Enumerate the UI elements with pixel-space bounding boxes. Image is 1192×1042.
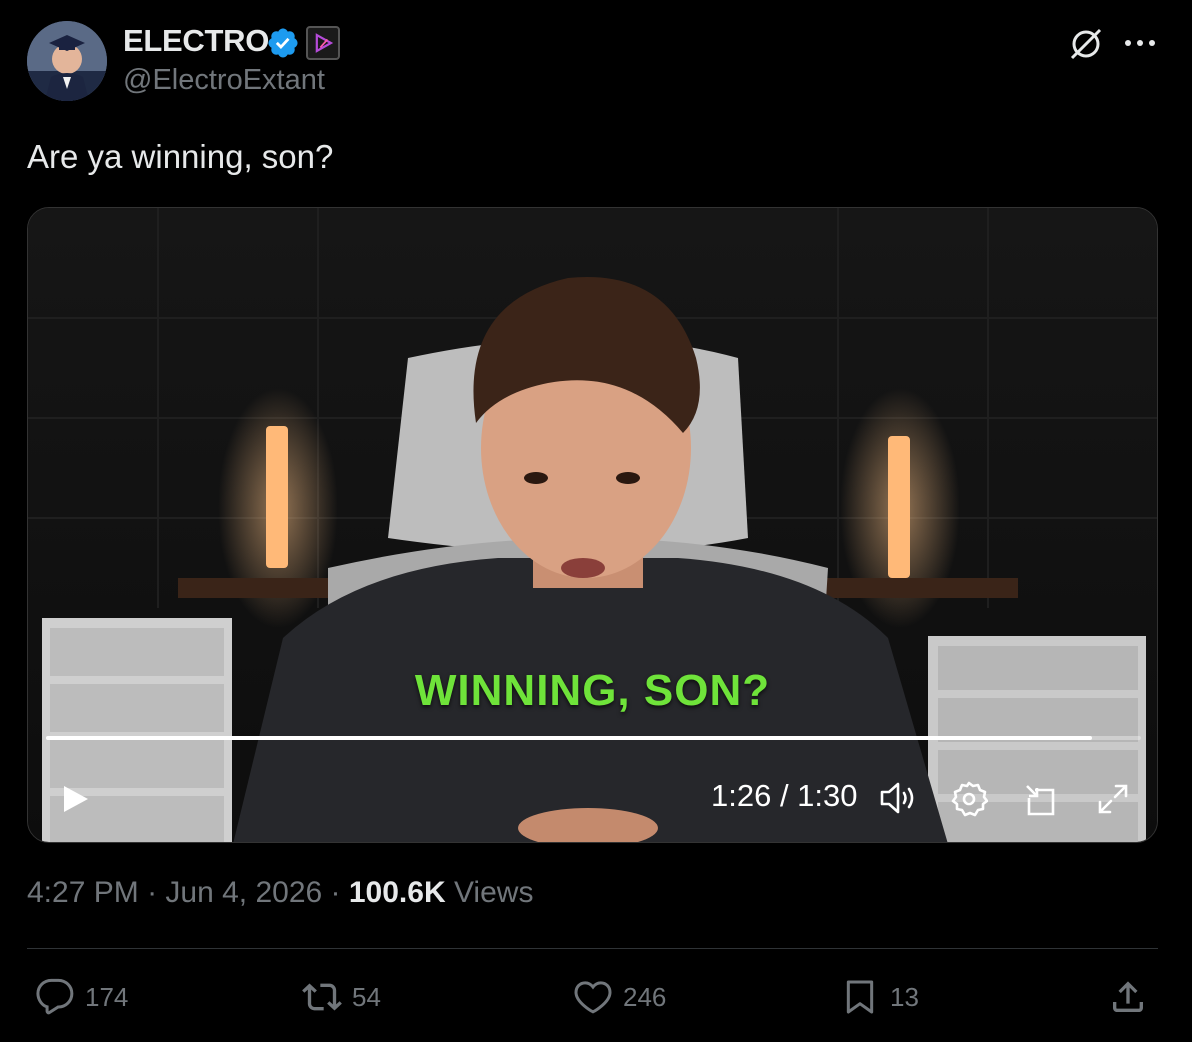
reply-count: 174 <box>85 981 129 1012</box>
like-button[interactable]: 246 <box>573 975 666 1019</box>
heart-icon <box>574 981 612 1014</box>
author-handle[interactable]: @ElectroExtant <box>123 64 325 97</box>
author-display-name[interactable]: ELECTRO <box>123 23 269 59</box>
bookmark-button[interactable]: 13 <box>840 975 919 1019</box>
tweet-date[interactable]: Jun 4, 2026 <box>165 876 322 909</box>
affiliate-badge-icon[interactable] <box>306 26 340 60</box>
verified-badge-icon <box>268 28 298 58</box>
bookmark-icon <box>846 980 874 1014</box>
repost-count: 54 <box>352 981 381 1012</box>
settings-icon[interactable] <box>950 780 988 818</box>
video-progress-bar[interactable] <box>46 736 1141 740</box>
repost-button[interactable]: 54 <box>302 975 381 1019</box>
views-count: 100.6K <box>348 876 446 909</box>
volume-icon[interactable] <box>878 780 918 816</box>
share-button[interactable] <box>1108 975 1158 1019</box>
share-icon <box>1113 981 1143 1012</box>
picture-in-picture-icon[interactable] <box>1023 782 1059 818</box>
play-icon[interactable] <box>58 780 92 818</box>
meta-separator: · <box>138 876 166 909</box>
reply-icon <box>36 978 74 1015</box>
author-avatar[interactable] <box>27 21 107 101</box>
fullscreen-icon[interactable] <box>1096 782 1130 816</box>
reply-button[interactable]: 174 <box>35 975 128 1019</box>
video-frame <box>28 208 1157 842</box>
video-time: 1:26 / 1:30 <box>711 778 858 813</box>
bookmark-count: 13 <box>890 981 919 1012</box>
divider <box>27 948 1158 949</box>
grok-icon[interactable] <box>1066 24 1106 64</box>
repost-icon <box>302 983 342 1011</box>
like-count: 246 <box>623 981 667 1012</box>
views-label: Views <box>445 876 534 909</box>
video-progress-fill <box>46 736 1092 740</box>
tweet-text: Are ya winning, son? <box>27 138 334 175</box>
meta-separator: · <box>322 876 349 909</box>
tweet-meta: 4:27 PM · Jun 4, 2026 · 100.6K Views <box>27 876 533 910</box>
more-options-icon[interactable] <box>1120 36 1160 50</box>
video-caption: WINNING, SON? <box>414 666 771 715</box>
video-player[interactable]: WINNING, SON? 1:26 / 1:30 <box>27 207 1158 843</box>
tweet-time[interactable]: 4:27 PM <box>27 876 139 909</box>
